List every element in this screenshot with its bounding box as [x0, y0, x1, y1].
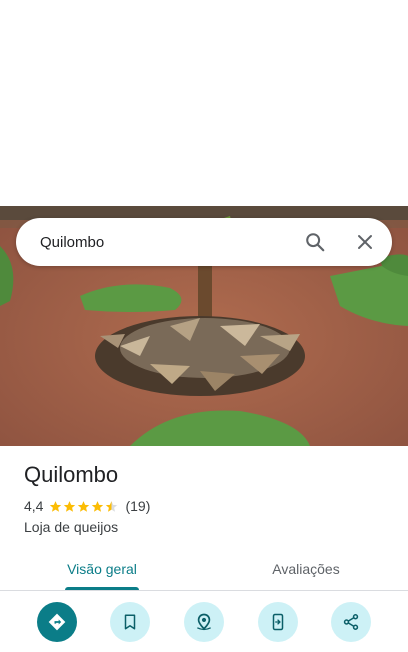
save-button[interactable]: [110, 601, 151, 642]
nearby-button[interactable]: [183, 601, 224, 642]
send-to-phone-button[interactable]: [257, 601, 298, 642]
place-category: Loja de queijos: [24, 519, 119, 535]
tab-reviews[interactable]: Avaliações: [204, 548, 408, 590]
tab-overview[interactable]: Visão geral: [0, 548, 204, 590]
search-bar[interactable]: Quilombo: [16, 218, 392, 266]
star-full-icon: [78, 500, 90, 512]
directions-button[interactable]: [36, 601, 77, 642]
map-blank-area: [0, 0, 408, 206]
share-icon: [343, 613, 359, 630]
close-icon[interactable]: [348, 225, 382, 259]
action-bar: [0, 591, 408, 652]
place-tabs: Visão geral Avaliações: [0, 548, 408, 590]
star-half-icon: [106, 500, 118, 512]
rating-row[interactable]: 4,4 (19): [24, 498, 150, 514]
review-count: (19): [125, 498, 151, 514]
star-full-icon: [50, 500, 62, 512]
share-button[interactable]: [331, 601, 372, 642]
star-full-icon: [64, 500, 76, 512]
rating-value: 4,4: [24, 498, 44, 514]
send-to-phone-icon: [272, 613, 283, 630]
star-full-icon: [92, 500, 104, 512]
search-icon[interactable]: [298, 225, 332, 259]
star-rating: [49, 500, 119, 513]
directions-icon: [48, 613, 66, 630]
nearby-icon: [197, 613, 211, 630]
bookmark-icon: [125, 614, 136, 629]
place-title: Quilombo: [24, 462, 119, 487]
search-input[interactable]: Quilombo: [40, 234, 298, 251]
